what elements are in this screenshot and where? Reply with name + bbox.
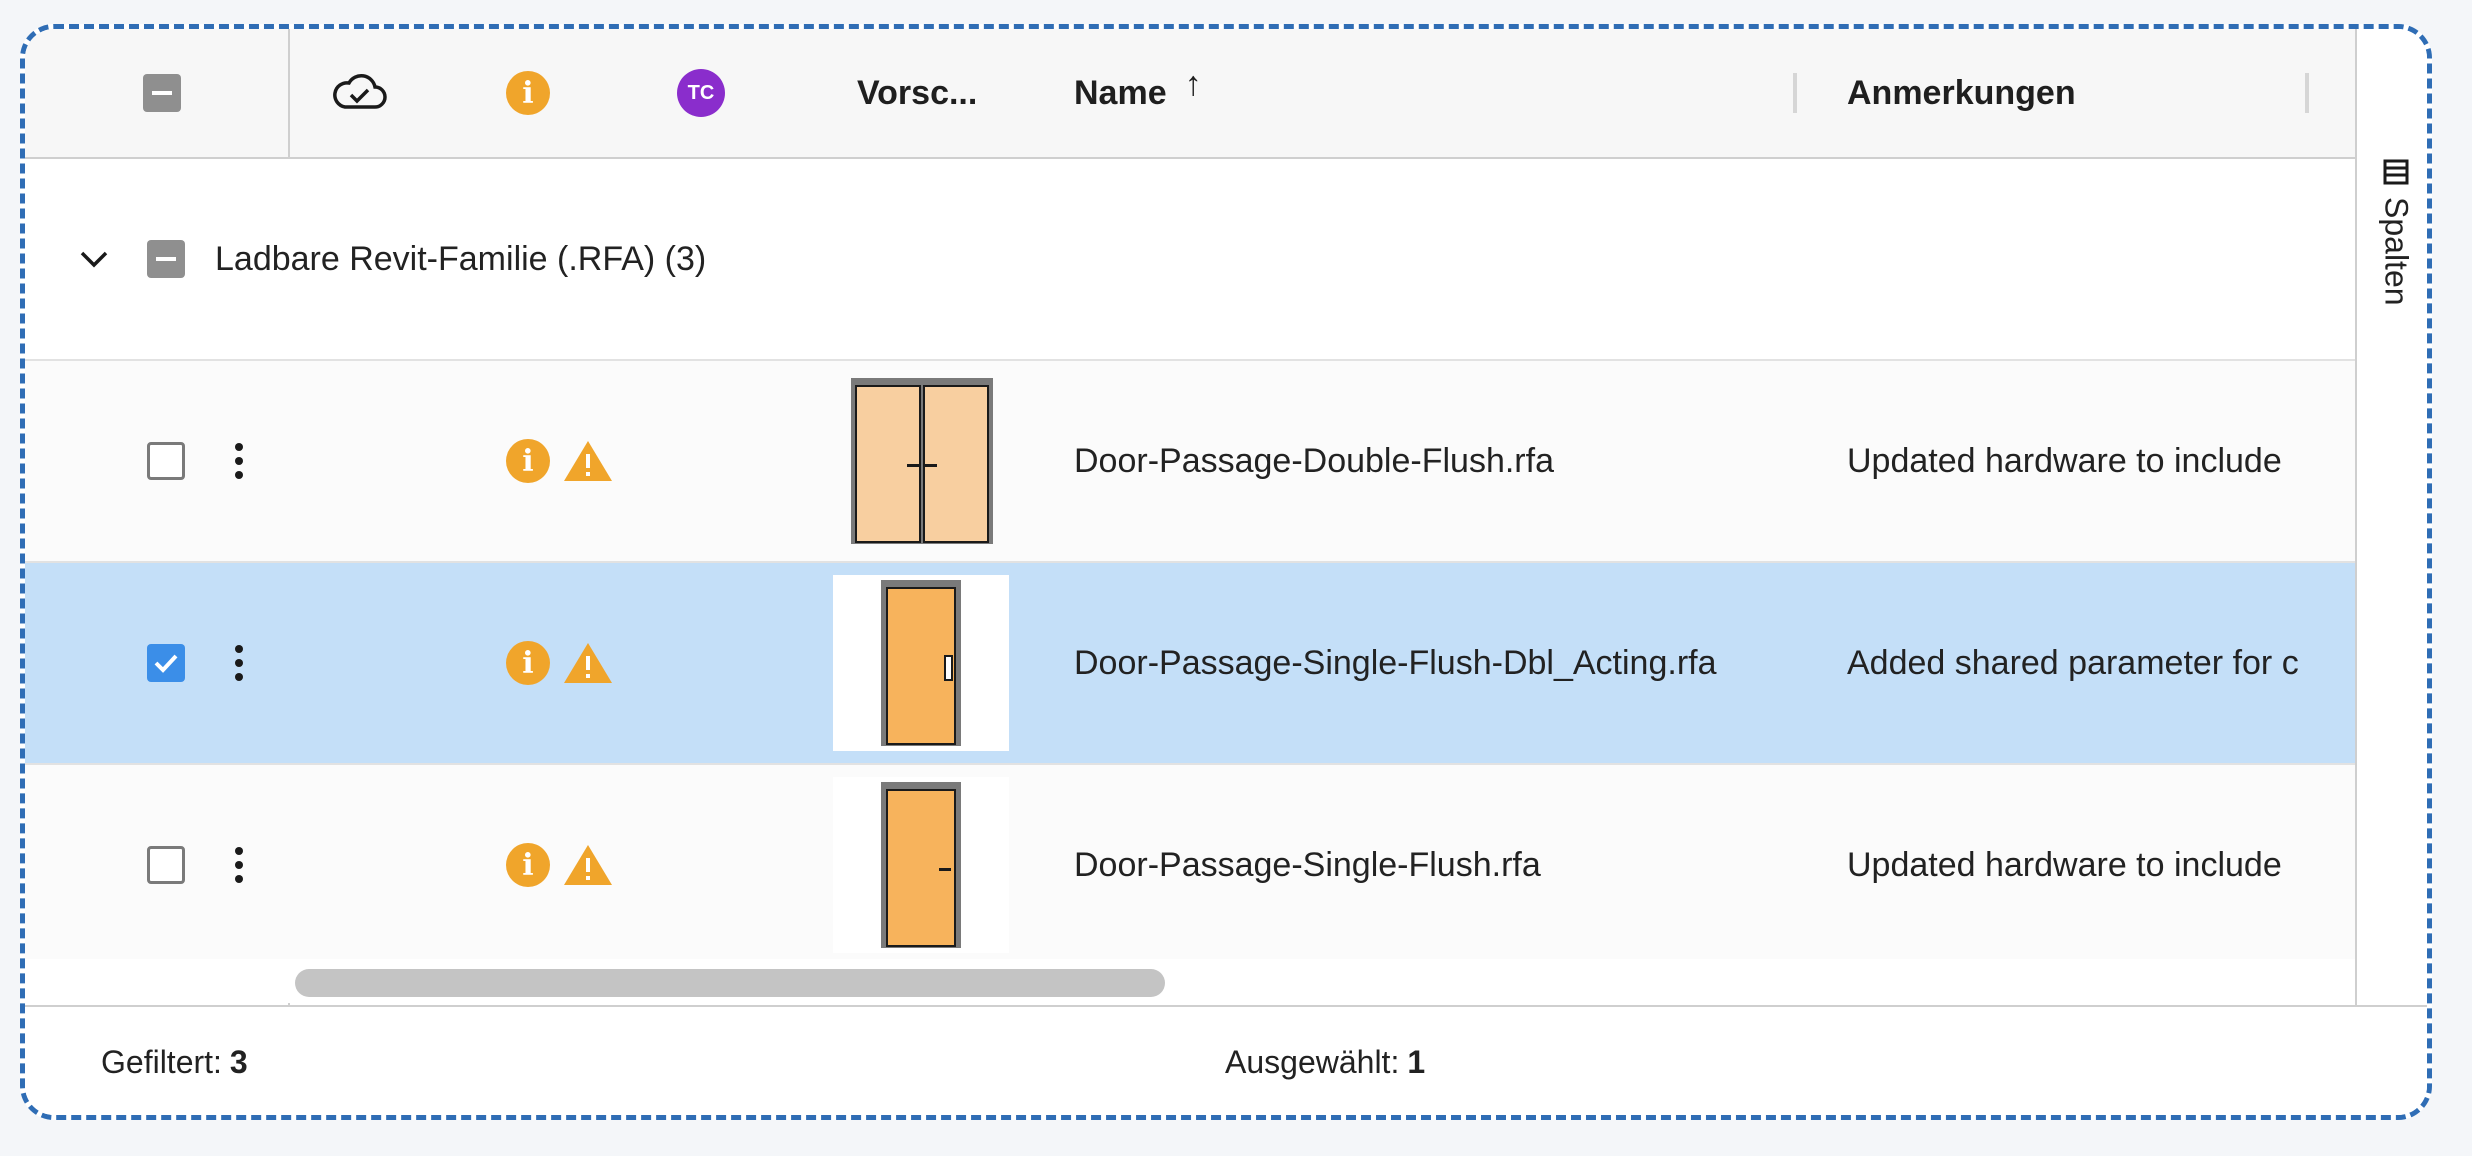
header-divider [288, 29, 290, 157]
door-thumbnail-frame [833, 575, 1009, 751]
selected-label: Ausgewählt: [1225, 1043, 1400, 1080]
file-note: Added shared parameter for c [1847, 643, 2299, 682]
avatar: TC [677, 69, 725, 117]
group-checkbox-cell [147, 159, 185, 359]
preview-header-label: Vorsc... [857, 73, 978, 112]
file-name[interactable]: Door-Passage-Double-Flush.rfa [1074, 442, 1554, 481]
row-checkbox-cell [147, 765, 185, 965]
cloud-check-icon [333, 74, 387, 109]
cloud-column-header[interactable] [331, 29, 387, 157]
notes-column-header[interactable]: Anmerkungen [1847, 29, 2076, 157]
table-row-selected[interactable]: i Door-Passage-Single-Flush-Dbl_Acting.r… [25, 563, 2355, 765]
column-resize-handle[interactable] [2305, 73, 2309, 113]
row-status-cell: i [506, 563, 614, 763]
chevron-down-icon [80, 251, 108, 268]
file-note: Updated hardware to include [1847, 441, 2282, 480]
filtered-count: 3 [229, 1043, 248, 1080]
selected-status: Ausgewählt: 1 [1225, 1007, 1426, 1115]
group-checkbox[interactable] [147, 240, 185, 278]
kebab-menu-icon [235, 847, 243, 883]
row-status-cell: i [506, 765, 614, 965]
columns-panel-tab[interactable]: Spalten [2371, 157, 2421, 357]
filtered-status: Gefiltert: 3 [101, 1007, 248, 1115]
row-preview-cell [833, 765, 1009, 965]
horizontal-scrollbar[interactable] [25, 959, 2355, 1003]
info-icon[interactable]: i [506, 439, 550, 483]
row-menu-button[interactable] [235, 361, 243, 561]
row-name-cell: Door-Passage-Single-Flush-Dbl_Acting.rfa [1074, 563, 1794, 763]
row-preview-cell [833, 563, 1009, 763]
expand-toggle[interactable] [77, 159, 111, 359]
row-name-cell: Door-Passage-Single-Flush.rfa [1074, 765, 1794, 965]
row-status-cell: i [506, 361, 614, 561]
row-menu-button[interactable] [235, 765, 243, 965]
row-name-cell: Door-Passage-Double-Flush.rfa [1074, 361, 1794, 561]
row-checkbox-checked[interactable] [147, 644, 185, 682]
scrollbar-thumb[interactable] [295, 969, 1165, 997]
filtered-label: Gefiltert: [101, 1043, 222, 1080]
row-checkbox[interactable] [147, 846, 185, 884]
side-tool-panel: Spalten [2355, 29, 2427, 1029]
file-grid: i TC Vorsc... Name ↑ Anmerkungen Ladbare… [20, 24, 2432, 1120]
row-notes-cell: Updated hardware to include [1847, 765, 2327, 965]
row-checkbox[interactable] [147, 442, 185, 480]
single-door-thumbnail [881, 580, 961, 746]
row-checkbox-cell [147, 563, 185, 763]
table-row[interactable]: i Door-Passage-Double-Flush.rfa Updated … [25, 361, 2355, 563]
group-row[interactable]: Ladbare Revit-Familie (.RFA) (3) [25, 159, 2355, 361]
file-name[interactable]: Door-Passage-Single-Flush.rfa [1074, 846, 1541, 885]
single-door-thumbnail [881, 782, 961, 948]
row-preview-cell [851, 361, 993, 561]
column-resize-handle[interactable] [1793, 73, 1797, 113]
preview-column-header[interactable]: Vorsc... [857, 29, 977, 157]
notes-header-label: Anmerkungen [1847, 73, 2076, 112]
columns-panel-label: Spalten [2378, 197, 2415, 306]
double-door-thumbnail [851, 378, 993, 544]
status-bar: Gefiltert: 3 Ausgewählt: 1 [25, 1005, 2427, 1115]
row-notes-cell: Added shared parameter for c [1847, 563, 2327, 763]
info-icon[interactable]: i [506, 641, 550, 685]
checkmark-icon [154, 654, 178, 673]
sort-ascending-icon[interactable]: ↑ [1185, 65, 1202, 104]
warning-icon[interactable] [562, 438, 614, 484]
row-menu-button[interactable] [235, 563, 243, 763]
name-header-label: Name [1074, 73, 1167, 112]
select-all-cell [143, 29, 181, 157]
info-icon[interactable]: i [506, 843, 550, 887]
file-note: Updated hardware to include [1847, 845, 2282, 884]
row-checkbox-cell [147, 361, 185, 561]
kebab-menu-icon [235, 645, 243, 681]
kebab-menu-icon [235, 443, 243, 479]
file-name[interactable]: Door-Passage-Single-Flush-Dbl_Acting.rfa [1074, 644, 1717, 683]
name-column-header[interactable]: Name ↑ [1074, 29, 1202, 157]
warning-icon[interactable] [562, 640, 614, 686]
warning-icon[interactable] [562, 842, 614, 888]
grid-header: i TC Vorsc... Name ↑ Anmerkungen [25, 29, 2355, 159]
row-notes-cell: Updated hardware to include [1847, 361, 2327, 561]
selected-count: 1 [1407, 1043, 1426, 1080]
select-all-checkbox[interactable] [143, 74, 181, 112]
user-column-header[interactable]: TC [677, 29, 725, 157]
door-thumbnail-frame [833, 777, 1009, 953]
info-column-header[interactable]: i [506, 29, 550, 157]
info-icon: i [506, 71, 550, 115]
table-row[interactable]: i Door-Passage-Single-Flush.rfa Updated … [25, 765, 2355, 967]
columns-icon [2383, 159, 2409, 185]
group-label: Ladbare Revit-Familie (.RFA) (3) [215, 239, 707, 278]
